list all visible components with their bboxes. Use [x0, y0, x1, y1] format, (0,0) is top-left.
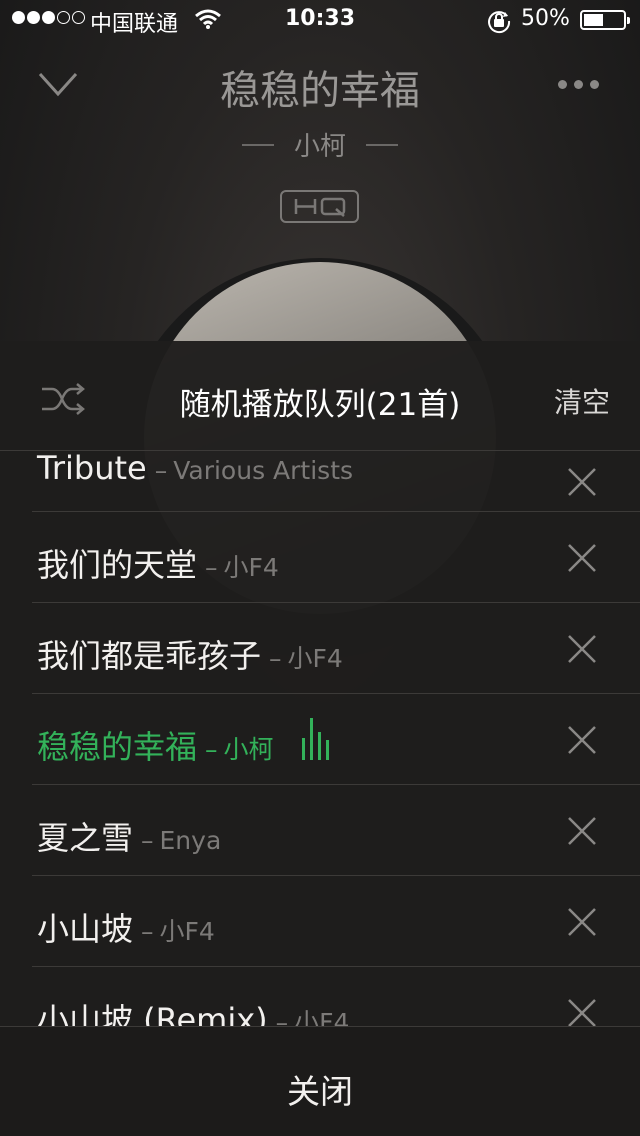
queue-item-title: 小山坡 (Remix) — [37, 1001, 268, 1027]
remove-item-close-icon[interactable] — [566, 633, 598, 665]
queue-title: 随机播放队列(21首) — [179, 387, 461, 423]
battery-percentage: 50% — [521, 6, 570, 31]
remove-item-close-icon[interactable] — [566, 724, 598, 756]
queue-item-title: 小山坡 — [37, 910, 134, 948]
remove-item-close-icon[interactable] — [566, 906, 598, 938]
remove-item-close-icon[interactable] — [566, 997, 598, 1027]
more-options-icon[interactable] — [558, 80, 599, 89]
queue-header: 随机播放队列(21首) 清空 — [0, 341, 640, 451]
song-title: 稳稳的幸福 — [220, 68, 420, 114]
player-screen: 中国联通 10:33 50% 稳稳的幸福 小柯 随机播放队列(21首) 清空 T… — [0, 0, 640, 1136]
close-bar: 关闭 — [0, 1026, 640, 1136]
queue-row-now-playing[interactable]: 稳稳的幸福 – 小柯 — [0, 694, 640, 785]
hq-quality-badge[interactable] — [280, 190, 359, 223]
queue-item-title: 我们的天堂 — [37, 546, 198, 584]
remove-item-close-icon[interactable] — [566, 466, 598, 498]
battery-icon — [580, 10, 630, 30]
queue-item-artist: 小F4 — [223, 553, 279, 582]
queue-row[interactable]: 我们都是乖孩子 – 小F4 — [0, 603, 640, 694]
clear-queue-button[interactable]: 清空 — [554, 381, 610, 421]
rotation-lock-icon — [486, 8, 512, 40]
artist-name[interactable]: 小柯 — [294, 126, 346, 163]
queue-item-title: 我们都是乖孩子 — [37, 637, 262, 675]
queue-row[interactable]: 夏之雪 – Enya — [0, 785, 640, 876]
queue-row[interactable]: 我们的天堂 – 小F4 — [0, 512, 640, 603]
status-bar: 中国联通 10:33 50% — [0, 0, 640, 40]
now-playing-equalizer-icon — [300, 718, 334, 760]
queue-item-artist: 小F4 — [159, 917, 215, 946]
queue-item-artist: 小F4 — [294, 1008, 350, 1027]
queue-row[interactable]: Tribute – Various Artists — [0, 451, 640, 512]
queue-item-artist: 小柯 — [223, 735, 274, 764]
queue-list: Tribute – Various Artists 我们的天堂 – 小F4 我们都是 — [0, 451, 640, 1027]
play-queue-panel: 随机播放队列(21首) 清空 Tribute – Various Artists 我… — [0, 341, 640, 1136]
remove-item-close-icon[interactable] — [566, 542, 598, 574]
queue-item-title: 稳稳的幸福 — [37, 728, 198, 766]
queue-item-title: Tribute — [37, 451, 147, 487]
queue-item-artist: 小F4 — [287, 644, 343, 673]
queue-item-title: 夏之雪 — [37, 819, 134, 857]
queue-item-artist: Various Artists — [173, 456, 354, 485]
remove-item-close-icon[interactable] — [566, 815, 598, 847]
queue-row[interactable]: 小山坡 – 小F4 — [0, 876, 640, 967]
battery-level — [584, 14, 603, 26]
artist-row: 小柯 — [0, 126, 640, 163]
queue-row[interactable]: 小山坡 (Remix) – 小F4 — [0, 967, 640, 1027]
queue-item-artist: Enya — [159, 826, 222, 855]
close-queue-button[interactable]: 关闭 — [0, 1065, 640, 1113]
